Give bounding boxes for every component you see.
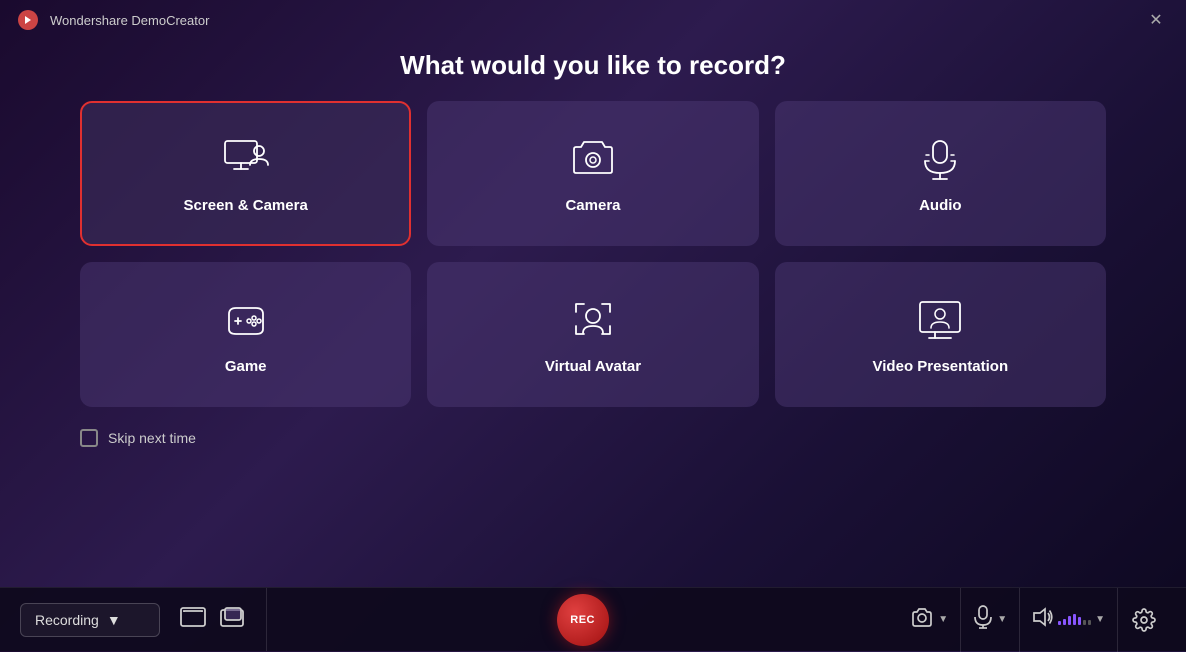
mic-ctrl-group[interactable]: ▼ bbox=[961, 588, 1020, 652]
card-camera-label: Camera bbox=[565, 197, 620, 214]
window-icon[interactable] bbox=[220, 607, 246, 633]
volume-level-indicator bbox=[1058, 614, 1091, 625]
card-screen-camera[interactable]: Screen & Camera bbox=[80, 101, 411, 246]
main-heading: What would you like to record? bbox=[0, 50, 1186, 81]
volume-ctrl-icon bbox=[1032, 606, 1054, 634]
skip-row: Skip next time bbox=[0, 417, 1186, 459]
audio-icon bbox=[915, 133, 965, 183]
camera-icon bbox=[568, 133, 618, 183]
rec-button-area: REC bbox=[267, 594, 898, 646]
card-virtual-avatar-label: Virtual Avatar bbox=[545, 358, 641, 375]
card-camera[interactable]: Camera bbox=[427, 101, 758, 246]
card-grid: Screen & Camera Camera Audio bbox=[0, 101, 1186, 407]
card-audio[interactable]: Audio bbox=[775, 101, 1106, 246]
right-controls: ▼ ▼ bbox=[898, 588, 1170, 652]
title-bar-left: Wondershare DemoCreator bbox=[16, 8, 209, 32]
volume-dropdown-arrow: ▼ bbox=[1095, 614, 1105, 625]
card-video-presentation[interactable]: Video Presentation bbox=[775, 262, 1106, 407]
game-icon bbox=[221, 294, 271, 344]
bottom-bar: Recording ▼ REC bbox=[0, 587, 1186, 651]
screen-camera-icon bbox=[221, 133, 271, 183]
app-title: Wondershare DemoCreator bbox=[50, 13, 209, 28]
volume-ctrl-group[interactable]: ▼ bbox=[1020, 588, 1118, 652]
title-bar: Wondershare DemoCreator ✕ bbox=[0, 0, 1186, 40]
screen-type-icons bbox=[160, 588, 267, 651]
camera-ctrl-icon bbox=[910, 607, 934, 633]
recording-dropdown[interactable]: Recording ▼ bbox=[20, 603, 160, 637]
card-game[interactable]: Game bbox=[80, 262, 411, 407]
card-game-label: Game bbox=[225, 358, 267, 375]
recording-dropdown-label: Recording bbox=[35, 612, 99, 628]
skip-label[interactable]: Skip next time bbox=[108, 430, 196, 446]
dropdown-arrow-icon: ▼ bbox=[107, 612, 121, 628]
virtual-avatar-icon bbox=[568, 294, 618, 344]
mic-dropdown-arrow: ▼ bbox=[997, 614, 1007, 625]
skip-checkbox[interactable] bbox=[80, 429, 98, 447]
card-video-presentation-label: Video Presentation bbox=[873, 358, 1009, 375]
fullscreen-icon[interactable] bbox=[180, 607, 206, 633]
video-presentation-icon bbox=[915, 294, 965, 344]
rec-button-label: REC bbox=[570, 614, 595, 626]
mic-ctrl-icon bbox=[973, 605, 993, 635]
card-audio-label: Audio bbox=[919, 197, 962, 214]
rec-button[interactable]: REC bbox=[557, 594, 609, 646]
camera-ctrl-group[interactable]: ▼ bbox=[898, 588, 961, 652]
app-logo-icon bbox=[16, 8, 40, 32]
settings-button[interactable] bbox=[1118, 608, 1170, 632]
card-virtual-avatar[interactable]: Virtual Avatar bbox=[427, 262, 758, 407]
card-screen-camera-label: Screen & Camera bbox=[184, 197, 308, 214]
close-button[interactable]: ✕ bbox=[1142, 6, 1170, 34]
camera-dropdown-arrow: ▼ bbox=[938, 614, 948, 625]
